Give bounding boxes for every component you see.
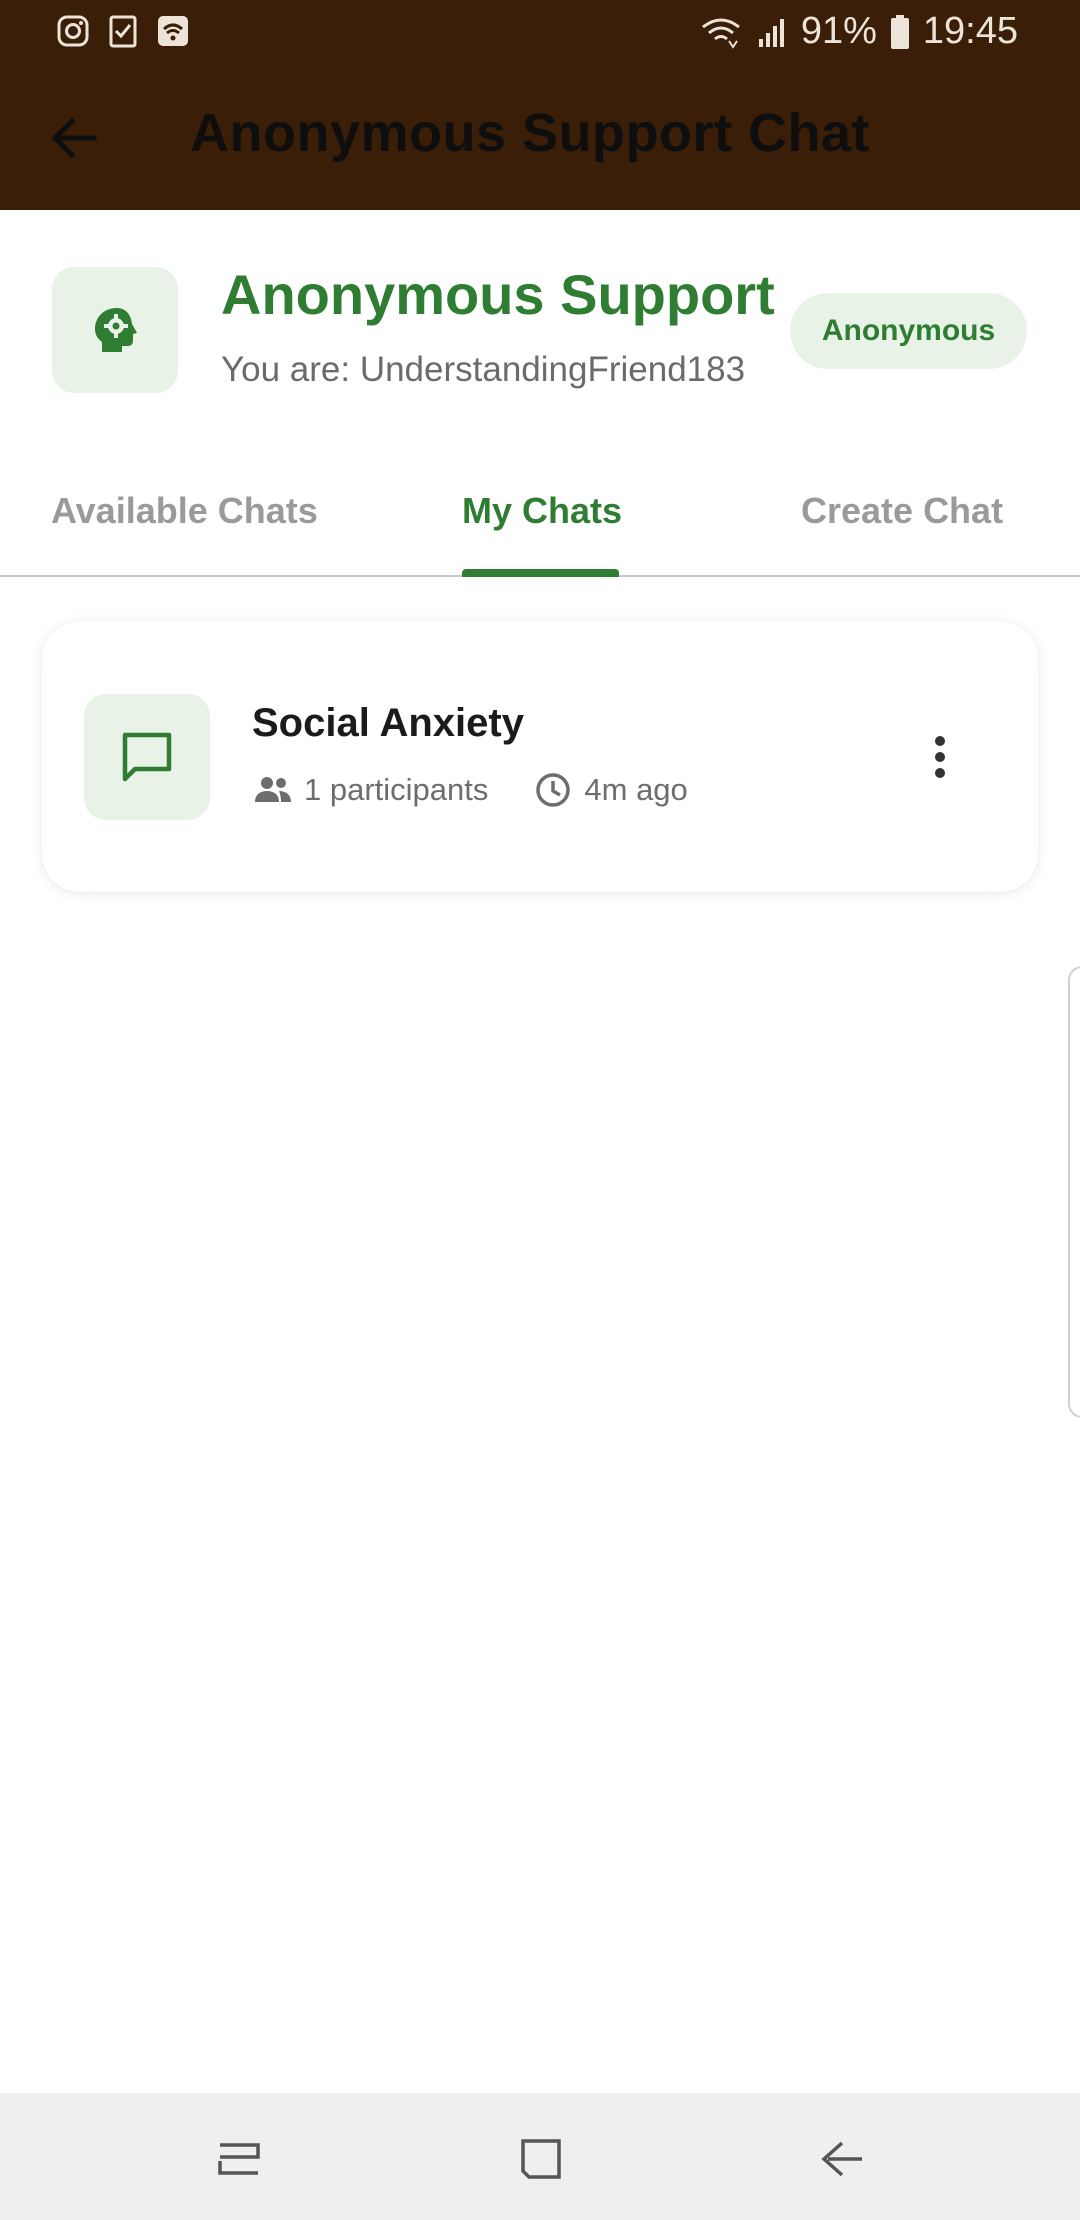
battery-icon [889,14,911,50]
tab-available-chats[interactable]: Available Chats [51,490,318,532]
back-chevron-icon [821,2141,862,2177]
profile-title: Anonymous Support [221,263,775,326]
chat-icon-box [84,694,210,820]
home-square-icon [521,2139,561,2179]
status-badge: Anonymous [790,293,1027,369]
avatar [52,267,178,393]
back-button[interactable] [44,108,104,168]
system-back-button[interactable] [812,2129,872,2189]
page-title: Anonymous Support Chat [190,103,870,163]
app-bar: Anonymous Support Chat [0,64,1080,210]
tab-indicator [462,569,619,577]
chat-meta: 1 participants 4m ago [252,769,688,811]
chat-time: 4m ago [584,772,688,807]
chat-card[interactable]: Social Anxiety 1 participants 4m ago [42,621,1038,892]
profile-header: Anonymous Support You are: Understanding… [0,210,1080,440]
recents-icon [218,2143,260,2175]
arrow-back-icon [51,117,97,159]
tab-bar: Available Chats My Chats Create Chat [0,440,1080,577]
wifi-signal-icon [699,15,743,49]
instagram-icon [56,14,90,48]
chat-title: Social Anxiety [252,701,524,745]
edge-panel-handle[interactable] [1068,966,1080,1418]
recents-button[interactable] [210,2129,270,2189]
chat-participants: 1 participants [304,772,489,807]
checklist-icon [106,14,140,48]
battery-percent: 91% [800,10,877,52]
home-button[interactable] [511,2129,571,2189]
cell-signal-icon [755,15,789,49]
status-bar: 91% 19:45 [0,0,1080,64]
chat-bubble-icon [122,732,172,782]
profile-username: You are: UnderstandingFriend183 [221,350,746,389]
psychology-head-icon [95,308,137,352]
people-icon [252,769,294,811]
tab-my-chats[interactable]: My Chats [462,490,622,532]
wifi-app-icon [156,14,190,48]
clock-icon [532,769,574,811]
clock-time: 19:45 [922,10,1018,52]
tab-create-chat[interactable]: Create Chat [801,490,1003,532]
more-options-button[interactable] [910,707,970,807]
system-nav-bar [0,2093,1080,2220]
more-vert-icon [935,736,945,778]
